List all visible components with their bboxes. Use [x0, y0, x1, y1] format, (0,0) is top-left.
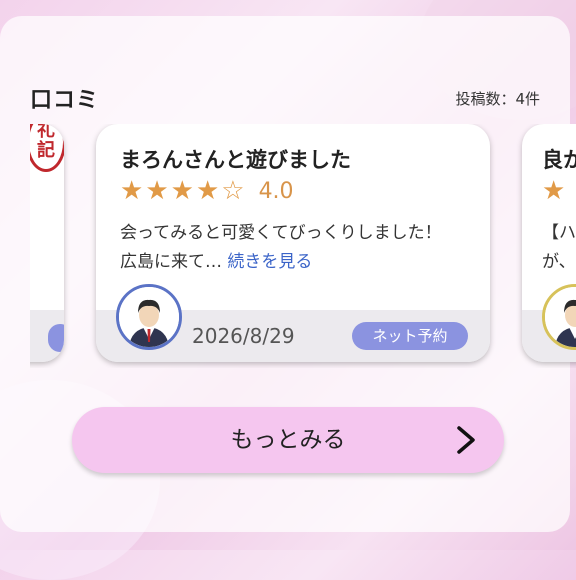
booking-badge [48, 324, 64, 352]
review-line: が、 [542, 252, 576, 272]
stamp-icon: 礼記 [30, 124, 64, 172]
review-card-next[interactable]: 良か ★ 【ハ が、 [522, 124, 576, 362]
review-carousel[interactable]: 礼記 まろんさんと遊びました ★ ★ ★ ★ ☆ 4.0 会ってみると可愛くてび… [30, 124, 576, 368]
review-title: 良か [542, 148, 576, 172]
rating-value: 4.0 [258, 178, 294, 204]
review-excerpt: 【ハ が、 [542, 219, 576, 277]
review-date: 2026/8/29 [192, 324, 295, 348]
review-card-previous[interactable]: 礼記 [30, 124, 64, 362]
star-icon: ★ [145, 176, 169, 206]
review-line: 【ハ [542, 223, 576, 243]
chevron-right-icon [457, 426, 475, 454]
star-icon: ★ [120, 176, 144, 206]
star-icon: ★ [542, 176, 566, 206]
star-icon: ★ [170, 176, 194, 206]
section-title: 口コミ [30, 88, 100, 113]
person-avatar-icon [116, 284, 182, 350]
star-icon: ★ [195, 176, 220, 206]
post-count: 投稿数：4件 [455, 90, 540, 108]
review-title: まろんさんと遊びました [120, 148, 351, 172]
star-empty-icon: ☆ [221, 176, 245, 206]
review-body: 会ってみると可愛くてびっくりしました！ 広島に来て… 続きを見る [120, 219, 460, 277]
read-more-link[interactable]: 続きを見る [227, 252, 312, 272]
more-button[interactable]: もっとみる [72, 407, 504, 473]
review-card[interactable]: まろんさんと遊びました ★ ★ ★ ★ ☆ 4.0 会ってみると可愛くてびっくり… [96, 124, 490, 362]
booking-badge: ネット予約 [352, 322, 468, 350]
more-button-label: もっとみる [230, 427, 346, 453]
star-rating: ★ ★ ★ ★ ☆ 4.0 [120, 176, 294, 206]
